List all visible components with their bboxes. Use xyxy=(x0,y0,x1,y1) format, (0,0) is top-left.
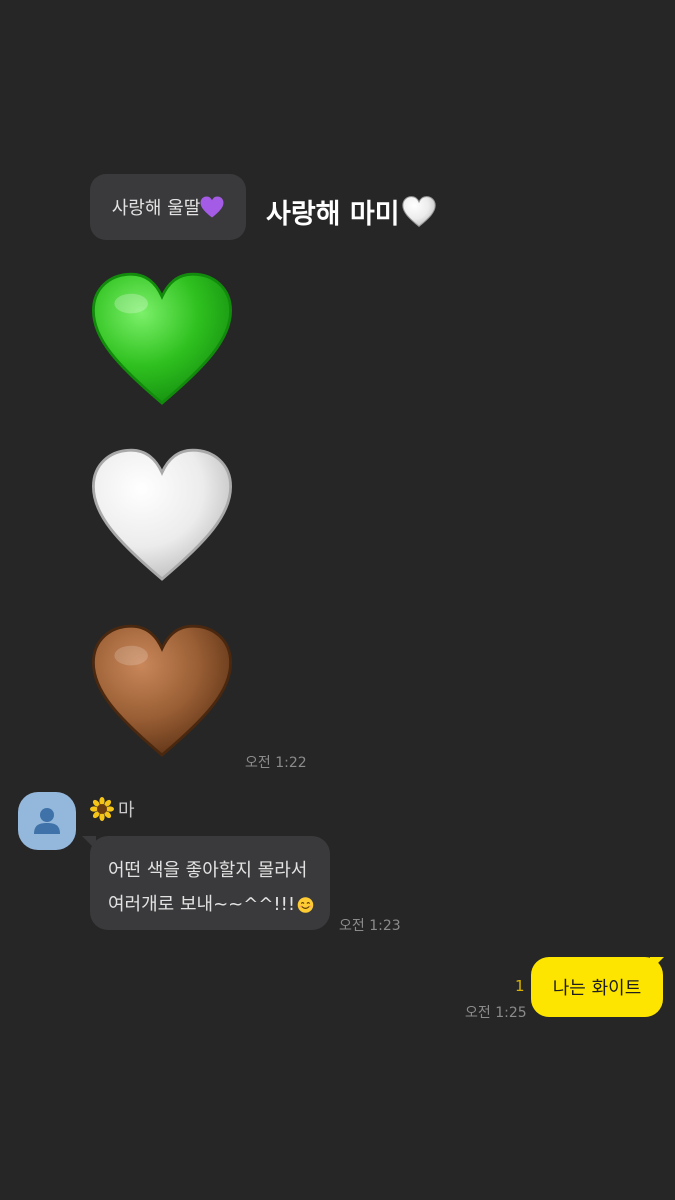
sender-name: 마 xyxy=(90,796,135,822)
message-line: 어떤 색을 좋아할지 몰라서 xyxy=(108,860,308,881)
avatar[interactable] xyxy=(18,792,76,850)
purple-heart-icon xyxy=(200,196,224,218)
unread-count: 1 xyxy=(515,977,525,995)
message-text: 나는 화이트 xyxy=(552,978,642,999)
big-text-label: 사랑해 마미 xyxy=(266,199,400,230)
default-profile-icon xyxy=(34,808,60,834)
white-heart-icon xyxy=(401,196,436,227)
message-line: 여러개로 보내~~^^!!! xyxy=(108,894,296,915)
green-heart-icon[interactable] xyxy=(92,270,232,410)
white-heart-icon[interactable] xyxy=(92,446,232,586)
message-text: 사랑해 울딸 xyxy=(111,198,201,219)
outgoing-message-bubble[interactable]: 나는 화이트 xyxy=(531,957,663,1017)
big-text-message[interactable]: 사랑해 마미 xyxy=(266,192,436,231)
brown-heart-icon[interactable] xyxy=(92,622,232,762)
incoming-message-bubble[interactable]: 어떤 색을 좋아할지 몰라서 여러개로 보내~~^^!!! xyxy=(90,836,330,930)
timestamp: 오전 1:23 xyxy=(339,918,401,934)
message-bubble-love-daughter[interactable]: 사랑해 울딸 xyxy=(90,174,246,240)
smiling-face-icon xyxy=(297,897,314,913)
sender-label: 마 xyxy=(118,800,135,821)
timestamp: 오전 1:22 xyxy=(245,755,307,771)
sunflower-icon xyxy=(90,797,114,821)
timestamp: 오전 1:25 xyxy=(465,1005,527,1021)
